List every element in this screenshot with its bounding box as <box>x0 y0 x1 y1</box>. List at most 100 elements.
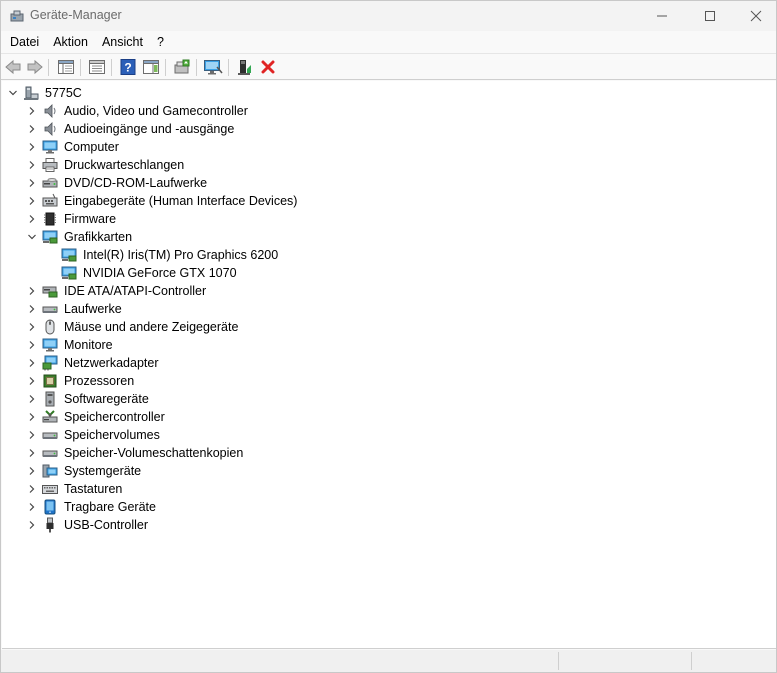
tree-category-label: Speichervolumes <box>64 428 160 442</box>
update-driver-icon <box>174 59 190 74</box>
tree-category[interactable]: Monitore <box>26 336 113 354</box>
tree-category[interactable]: Audio, Video und Gamecontroller <box>26 102 248 120</box>
chevron-right-icon[interactable] <box>26 138 38 156</box>
tree-category[interactable]: Eingabegeräte (Human Interface Devices) <box>26 192 297 210</box>
menu-aktion[interactable]: Aktion <box>46 32 95 52</box>
system-device-icon <box>42 463 58 479</box>
tree-category-label: Tragbare Geräte <box>64 500 156 514</box>
forward-button[interactable] <box>24 57 46 77</box>
chevron-right-icon[interactable] <box>26 408 38 426</box>
chevron-right-icon[interactable] <box>26 102 38 120</box>
update-driver-button[interactable] <box>171 57 193 77</box>
tree-category[interactable]: Softwaregeräte <box>26 390 149 408</box>
tree-category[interactable]: USB-Controller <box>26 516 148 534</box>
tree-device-label: Intel(R) Iris(TM) Pro Graphics 6200 <box>83 248 279 262</box>
tree-category-label: Computer <box>64 140 119 154</box>
tree-category[interactable]: Firmware <box>26 210 116 228</box>
device-manager-window: Geräte-Manager Datei Aktion Ansicht ? ? … <box>0 0 777 673</box>
tree-category-label: Grafikkarten <box>64 230 133 244</box>
close-button[interactable] <box>733 1 777 31</box>
arrow-right-icon <box>27 59 43 75</box>
tree-category-label: Mäuse und andere Zeigegeräte <box>64 320 239 334</box>
tree-category[interactable]: Tragbare Geräte <box>26 498 156 516</box>
tree-category-label: DVD/CD-ROM-Laufwerke <box>64 176 208 190</box>
device-tree[interactable]: 5775C Audio, Video und Gamecontroller Aud… <box>2 81 776 649</box>
chevron-right-icon[interactable] <box>26 426 38 444</box>
tree-category[interactable]: Speichercontroller <box>26 408 165 426</box>
properties-button[interactable] <box>86 57 108 77</box>
tree-category-label: Speicher-Volumeschattenkopien <box>64 446 244 460</box>
chevron-right-icon[interactable] <box>26 372 38 390</box>
keyboard-hid-icon <box>42 193 58 209</box>
tree-category-label: Druckwarteschlangen <box>64 158 185 172</box>
tree-category-label: Netzwerkadapter <box>64 356 159 370</box>
chevron-down-icon[interactable] <box>26 228 38 246</box>
tree-device[interactable]: Intel(R) Iris(TM) Pro Graphics 6200 <box>61 246 278 264</box>
chevron-right-icon[interactable] <box>26 390 38 408</box>
tree-category[interactable]: Tastaturen <box>26 480 122 498</box>
computer-icon <box>23 85 39 101</box>
tree-category[interactable]: Laufwerke <box>26 300 122 318</box>
chevron-right-icon[interactable] <box>26 354 38 372</box>
tree-category[interactable]: Audioeingänge und -ausgänge <box>26 120 234 138</box>
disc-drive-icon <box>42 175 58 191</box>
title-bar[interactable]: Geräte-Manager <box>1 1 776 31</box>
tree-category[interactable]: Speicher-Volumeschattenkopien <box>26 444 243 462</box>
uninstall-x-icon <box>261 60 275 74</box>
chevron-right-icon[interactable] <box>26 210 38 228</box>
display-adapter-icon <box>61 265 77 281</box>
maximize-icon <box>705 11 715 21</box>
chevron-right-icon[interactable] <box>26 336 38 354</box>
minimize-button[interactable] <box>639 1 685 31</box>
tree-category[interactable]: Mäuse und andere Zeigegeräte <box>26 318 238 336</box>
chevron-right-icon[interactable] <box>26 444 38 462</box>
back-button[interactable] <box>2 57 24 77</box>
toolbar-separator <box>48 59 49 76</box>
tree-category[interactable]: Computer <box>26 138 119 156</box>
help-icon: ? <box>120 59 136 75</box>
show-hide-console-tree-button[interactable] <box>55 57 77 77</box>
chevron-right-icon[interactable] <box>26 498 38 516</box>
tree-category[interactable]: DVD/CD-ROM-Laufwerke <box>26 174 207 192</box>
chevron-right-icon[interactable] <box>26 462 38 480</box>
device-manager-icon <box>10 10 24 22</box>
chevron-right-icon[interactable] <box>26 192 38 210</box>
chevron-right-icon[interactable] <box>26 156 38 174</box>
maximize-button[interactable] <box>687 1 733 31</box>
tree-category[interactable]: Prozessoren <box>26 372 134 390</box>
software-device-icon <box>42 391 58 407</box>
monitor-icon <box>42 337 58 353</box>
tree-category-label: Firmware <box>64 212 117 226</box>
chevron-right-icon[interactable] <box>26 174 38 192</box>
status-divider <box>691 652 692 670</box>
chevron-right-icon[interactable] <box>26 516 38 534</box>
menu-datei[interactable]: Datei <box>3 32 46 52</box>
printer-icon <box>42 157 58 173</box>
chevron-right-icon[interactable] <box>26 282 38 300</box>
tree-device[interactable]: NVIDIA GeForce GTX 1070 <box>61 264 237 282</box>
enable-device-button[interactable] <box>234 57 256 77</box>
tree-category[interactable]: Druckwarteschlangen <box>26 156 184 174</box>
tree-category[interactable]: Systemgeräte <box>26 462 141 480</box>
tree-root-label: 5775C <box>45 86 82 100</box>
uninstall-device-button[interactable] <box>257 57 279 77</box>
chevron-right-icon[interactable] <box>26 120 38 138</box>
tree-device-label: NVIDIA GeForce GTX 1070 <box>83 266 237 280</box>
tree-root[interactable]: 5775C <box>7 84 82 102</box>
chevron-down-icon[interactable] <box>7 84 19 102</box>
toolbar-separator <box>196 59 197 76</box>
tree-category[interactable]: IDE ATA/ATAPI-Controller <box>26 282 206 300</box>
tree-category[interactable]: Netzwerkadapter <box>26 354 159 372</box>
scan-hardware-button[interactable] <box>202 57 224 77</box>
chevron-right-icon[interactable] <box>26 318 38 336</box>
chevron-right-icon[interactable] <box>26 300 38 318</box>
tree-category[interactable]: Grafikkarten <box>26 228 132 246</box>
menu-help[interactable]: ? <box>150 32 171 52</box>
menu-ansicht[interactable]: Ansicht <box>95 32 150 52</box>
tree-category-label: Prozessoren <box>64 374 135 388</box>
action-pane-button[interactable] <box>140 57 162 77</box>
tree-category-label: Speichercontroller <box>64 410 165 424</box>
tree-category[interactable]: Speichervolumes <box>26 426 160 444</box>
help-button[interactable]: ? <box>117 57 139 77</box>
chevron-right-icon[interactable] <box>26 480 38 498</box>
